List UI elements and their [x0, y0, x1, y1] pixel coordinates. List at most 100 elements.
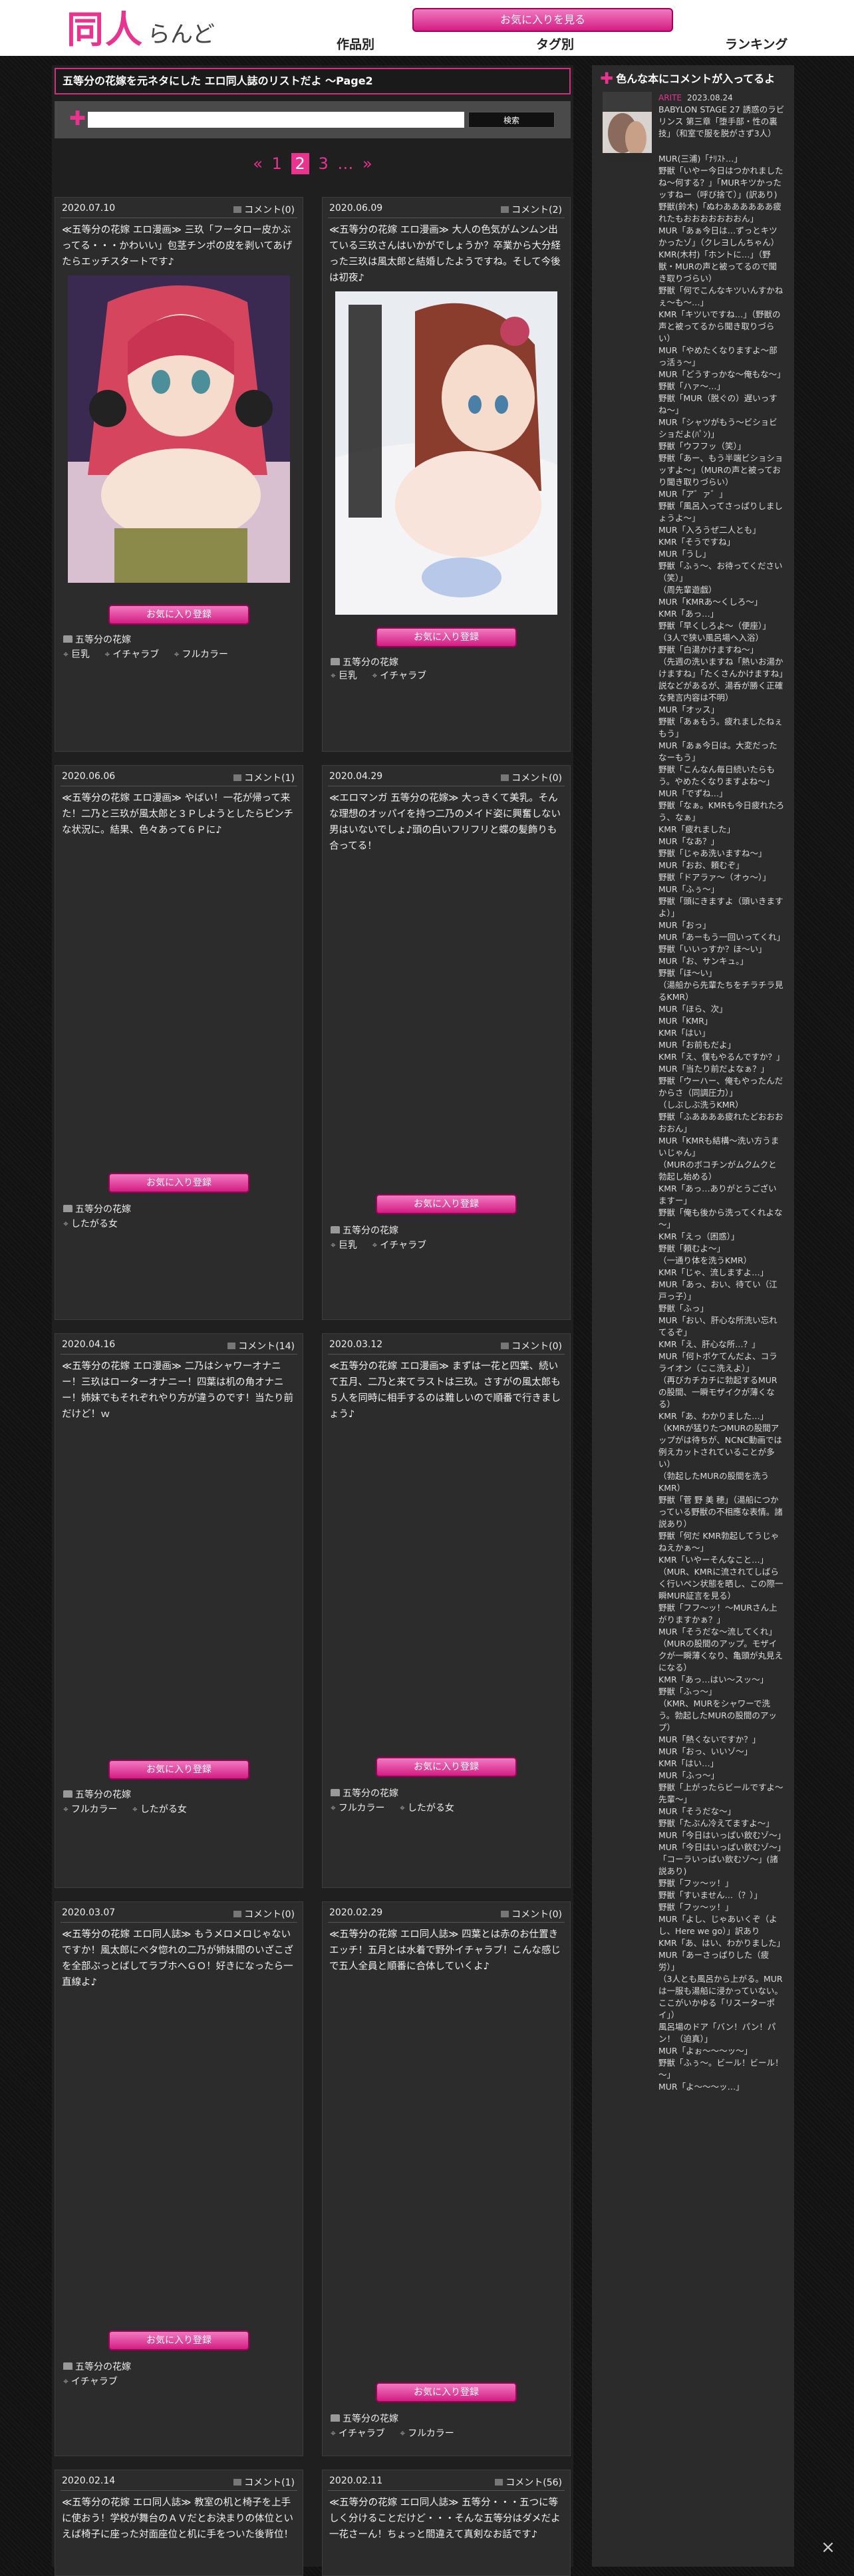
comment-count[interactable]: コメント(0) — [501, 1907, 562, 1921]
comment-count[interactable]: コメント(0) — [233, 203, 295, 216]
add-favorite-button[interactable]: お気に入り登録 — [108, 1173, 249, 1193]
add-favorite-button[interactable]: お気に入り登録 — [108, 1760, 249, 1780]
main-content: 五等分の花嫁を元ネタにした エロ同人誌のリストだよ ～Page2 ✚ 検索 « … — [52, 65, 573, 2576]
post-description[interactable]: ≪五等分の花嫁 エロ漫画≫ やばい！一花が帰って来た！二乃と三玖が風太郎と３Ｐし… — [62, 790, 296, 838]
nav-ranking[interactable]: ランキング — [725, 35, 787, 53]
post-description[interactable]: ≪五等分の花嫁 エロ漫画≫ 二乃はシャワーオナニー！三玖はローターオナニー！四葉… — [62, 1359, 296, 1422]
comment-line: 野獣「早くしろよ～（便座）」 — [658, 621, 771, 631]
comment-line: 野獣「何でこんなキツいんすかねぇ～も～…」 — [658, 285, 783, 307]
post-description[interactable]: ≪五等分の花嫁 エロ同人誌≫ 五等分・・・五つに等しく分けることだけど・・・そん… — [329, 2495, 563, 2543]
post-description[interactable]: ≪五等分の花嫁 エロ同人誌≫ 教室の机と椅子を上手に使おう！学校が舞台のＡＶだと… — [62, 2495, 296, 2543]
post-date: 2020.06.09 — [329, 203, 383, 214]
comment-line: 野獣「ハァ～…」 — [658, 381, 726, 391]
close-icon[interactable]: × — [817, 2536, 839, 2559]
post-tags: フルカラー したがる女 — [63, 1802, 199, 1816]
post-description[interactable]: ≪五等分の花嫁 エロ漫画≫ 大人の色気がムンムン出ている三玖さんはいかがでしょう… — [329, 222, 563, 286]
tag-link[interactable]: イチャラブ — [331, 2428, 385, 2439]
tag-link[interactable]: したがる女 — [132, 1804, 187, 1815]
comment-count[interactable]: コメント(56) — [495, 2476, 562, 2489]
comment-user[interactable]: ARITE — [658, 93, 682, 102]
comment-line: MUR「おお、頼むぞ」 — [658, 860, 744, 870]
comment-line: MUR「なあ？」 — [658, 836, 720, 846]
comment-line: MUR「おっ、いいゾ～」 — [658, 1746, 753, 1756]
post-card: 2020.03.07 コメント(0) ≪五等分の花嫁 エロ同人誌≫ もうメロメロ… — [55, 1901, 303, 2456]
post-card: 2020.02.14 コメント(1) ≪五等分の花嫁 エロ同人誌≫ 教室の机と椅… — [55, 2470, 303, 2576]
tag-link[interactable]: 巨乳 — [331, 671, 357, 681]
page-link-1[interactable]: 1 — [272, 153, 282, 174]
comment-count[interactable]: コメント(1) — [233, 771, 295, 784]
tag-link[interactable]: 巨乳 — [331, 1240, 357, 1251]
post-category[interactable]: 五等分の花嫁 — [63, 2360, 131, 2373]
nav-by-tag[interactable]: タグ別 — [536, 35, 574, 53]
comment-count[interactable]: コメント(14) — [227, 1339, 295, 1353]
tag-link[interactable]: イチャラブ — [104, 649, 159, 660]
comment-line: （先週の洗いますね「熱いお湯かけますね」「たくさんかけますね」説などがあるが、湯… — [658, 657, 783, 703]
add-favorite-button[interactable]: お気に入り登録 — [376, 1194, 517, 1214]
post-category[interactable]: 五等分の花嫁 — [63, 1788, 131, 1801]
tag-link[interactable]: したがる女 — [63, 1219, 118, 1229]
add-favorite-button[interactable]: お気に入り登録 — [108, 605, 249, 625]
tag-link[interactable]: 巨乳 — [63, 649, 90, 660]
tag-link[interactable]: イチャラブ — [63, 2376, 118, 2387]
post-category[interactable]: 五等分の花嫁 — [63, 1202, 131, 1215]
cover-image[interactable] — [68, 275, 290, 583]
comment-line: MUR「ア゛ァ゛」 — [658, 489, 728, 499]
add-favorite-button[interactable]: お気に入り登録 — [108, 2331, 249, 2350]
comment-line: （周先輩遊戯） — [658, 585, 717, 595]
comment-book-title[interactable]: BABYLON STAGE 27 誘惑のラビリンス 第三章「堕手部・性の裏技」（… — [658, 104, 785, 140]
post-category[interactable]: 五等分の花嫁 — [331, 1786, 398, 1800]
comment-line: 野獣「ふぅ～、お待ってください（笑）」 — [658, 561, 783, 583]
post-card: 2020.06.09 コメント(2) ≪五等分の花嫁 エロ漫画≫ 大人の色気がム… — [322, 197, 571, 752]
comment-count[interactable]: コメント(0) — [501, 1339, 562, 1353]
comment-count[interactable]: コメント(1) — [233, 2476, 295, 2489]
comment-line: 野獣「菅 野 美 穂」（湯船につかっている野獣の不相應な表情。諸説あり） — [658, 1495, 783, 1529]
tag-link[interactable]: フルカラー — [331, 1803, 384, 1814]
post-category[interactable]: 五等分の花嫁 — [331, 1223, 398, 1237]
site-logo[interactable]: 同人 らんど — [67, 4, 215, 52]
comment-count[interactable]: コメント(0) — [501, 771, 562, 784]
comment-line: 野獣「ふっ」 — [658, 1303, 709, 1313]
post-description[interactable]: ≪エロマンガ 五等分の花嫁≫ 大っきくて美乳。そんな理想のオッパイを持つ二乃のメ… — [329, 790, 563, 854]
tag-link[interactable]: イチャラブ — [372, 671, 426, 681]
search-input[interactable] — [88, 112, 464, 128]
post-description[interactable]: ≪五等分の花嫁 エロ同人誌≫ もうメロメロじゃないですか！風太郎にベタ惚れの二乃… — [62, 1927, 296, 1991]
post-meta: 2020.06.09 コメント(2) — [328, 198, 565, 218]
post-description[interactable]: ≪五等分の花嫁 エロ同人誌≫ 四葉とは赤のお仕置きエッチ！五月とは水着で野外イチ… — [329, 1927, 563, 1975]
comment-line: KMR「あ、わかりました…」 — [658, 1411, 769, 1421]
post-tags: 巨乳 イチャラブ — [331, 1238, 438, 1251]
comment-count[interactable]: コメント(2) — [501, 203, 562, 216]
add-favorite-button[interactable]: お気に入り登録 — [376, 2382, 517, 2402]
comment-line: KMR「えっ（困惑）」 — [658, 1231, 740, 1241]
post-card: 2020.04.16 コメント(14) ≪五等分の花嫁 エロ漫画≫ 二乃はシャワ… — [55, 1333, 303, 1888]
add-favorite-button[interactable]: お気に入り登録 — [376, 627, 517, 647]
comment-line: MUR「そうだな～」 — [658, 1806, 736, 1816]
page-first[interactable]: « — [253, 153, 263, 174]
tag-link[interactable]: したがる女 — [400, 1803, 454, 1814]
tag-link[interactable]: フルカラー — [63, 1804, 117, 1815]
nav-by-work[interactable]: 作品別 — [337, 35, 374, 53]
page-last[interactable]: » — [362, 153, 372, 174]
view-favorites-button[interactable]: お気に入りを見る — [412, 8, 673, 32]
tag-link[interactable]: フルカラー — [400, 2428, 454, 2439]
search-button[interactable]: 検索 — [468, 112, 555, 128]
post-meta: 2020.03.07 コメント(0) — [61, 1902, 297, 1923]
post-category[interactable]: 五等分の花嫁 — [63, 633, 131, 646]
post-description[interactable]: ≪五等分の花嫁 エロ漫画≫ 三玖「フータロー皮かぶってる・・・かわいい」包茎チン… — [62, 222, 296, 270]
post-description[interactable]: ≪五等分の花嫁 エロ漫画≫ まずは一花と四葉、続いて五月、二乃と来てラストは三玖… — [329, 1359, 563, 1422]
post-category[interactable]: 五等分の花嫁 — [331, 655, 398, 669]
page-link-3[interactable]: 3 — [318, 153, 328, 174]
tag-link[interactable]: イチャラブ — [372, 1240, 426, 1251]
comment-line: KMR「じゃ、流しますよ…」 — [658, 1267, 769, 1277]
post-meta: 2020.02.14 コメント(1) — [61, 2470, 297, 2491]
comment-line: MUR「あぁ今日は…ずっとキツかったゾ」（クレヨしんちゃん） — [658, 226, 780, 247]
tag-link[interactable]: フルカラー — [174, 649, 228, 660]
logo-main-text: 同人 — [67, 9, 144, 52]
comment-count[interactable]: コメント(0) — [233, 1907, 295, 1921]
comment-line: （MURのボコチンがムクムクと勃起し始める） — [658, 1160, 777, 1182]
comment-line: MUR「あっ、おい、待てい（江戸っ子）」 — [658, 1279, 778, 1301]
post-category[interactable]: 五等分の花嫁 — [331, 2412, 398, 2425]
add-favorite-button[interactable]: お気に入り登録 — [376, 1757, 517, 1777]
cover-image[interactable] — [335, 291, 557, 615]
comment-book-thumbnail[interactable] — [603, 92, 652, 161]
comment-line: 野獣「フッ～ッ！」 — [658, 1878, 734, 1888]
